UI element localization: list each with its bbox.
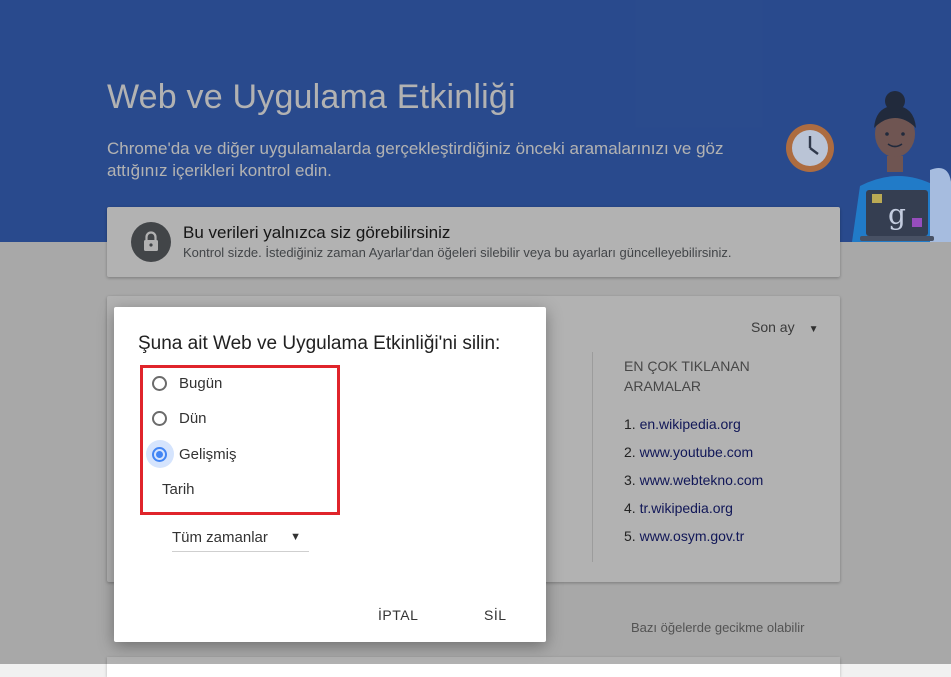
clock-icon (786, 124, 834, 172)
radio-button-icon[interactable] (152, 410, 167, 426)
cancel-button[interactable]: İPTAL (378, 607, 418, 623)
date-label: Tarih (162, 481, 195, 498)
svg-text:g: g (888, 198, 906, 231)
person-with-laptop-illustration: g (780, 90, 951, 242)
option-label: Dün (179, 409, 207, 427)
option-advanced[interactable]: Gelişmiş (146, 440, 237, 468)
delete-button[interactable]: SİL (484, 607, 507, 623)
option-label: Gelişmiş (179, 445, 237, 463)
delete-activity-dialog: Şuna ait Web ve Uygulama Etkinliği'ni si… (114, 307, 546, 642)
time-range-select[interactable]: Tüm zamanlar ▼ (172, 529, 309, 552)
time-range-value: Tüm zamanlar (172, 529, 268, 546)
dropdown-arrow-icon: ▼ (290, 531, 301, 543)
option-yesterday[interactable]: Dün (146, 404, 207, 432)
option-label: Bugün (179, 374, 223, 392)
radio-checked-icon[interactable] (152, 446, 167, 462)
radio-button-icon[interactable] (152, 375, 167, 391)
dialog-title: Şuna ait Web ve Uygulama Etkinliği'ni si… (138, 333, 501, 354)
option-today[interactable]: Bugün (146, 369, 222, 397)
